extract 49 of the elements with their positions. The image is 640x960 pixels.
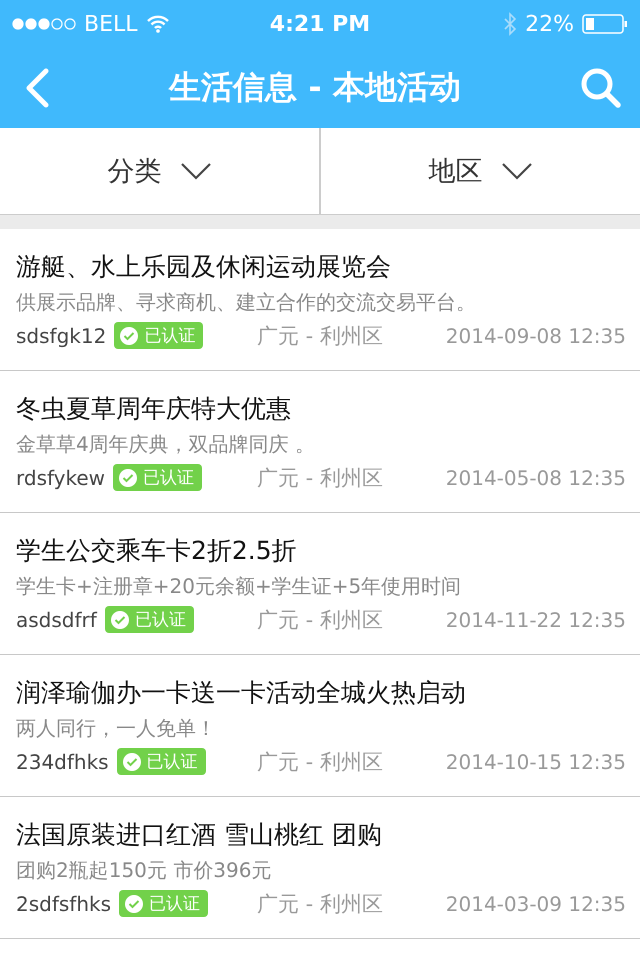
battery-icon [582,14,628,34]
chevron-down-icon [500,162,532,180]
location: 广元 - 利州区 [257,748,383,776]
back-button[interactable] [24,68,50,108]
username: 234dfhks [16,750,109,774]
post-date: 2014-03-09 12:35 [446,892,626,916]
post-date: 2014-10-15 12:35 [446,750,626,774]
event-description: 供展示品牌、寻求商机、建立合作的交流交易平台。 [16,288,477,316]
event-title: 游艇、水上乐园及休闲运动展览会 [16,250,392,282]
event-description: 学生卡+注册章+20元余额+学生证+5年使用时间 [16,572,462,600]
post-date: 2014-11-22 12:35 [446,608,626,632]
verified-badge: 已认证 [114,322,204,349]
chevron-down-icon [180,162,212,180]
location: 广元 - 利州区 [257,322,383,350]
bluetooth-icon [503,12,518,36]
username: sdsfgk12 [16,324,106,348]
post-date: 2014-05-08 12:35 [446,466,626,490]
event-description: 金草草4周年庆典，双品牌同庆 。 [16,430,316,458]
clock-time: 4:21 PM [270,12,370,36]
event-list-item[interactable]: 冬虫夏草周年庆特大优惠 金草草4周年庆典，双品牌同庆 。 rdsfykew 已认证 广元 - 利州区 2014-05-08 12:35 [0,371,640,513]
page-title: 生活信息 - 本地活动 [169,67,461,108]
search-icon [580,67,622,109]
event-title: 学生公交乘车卡2折2.5折 [16,534,298,566]
event-list-item[interactable]: 学生公交乘车卡2折2.5折 学生卡+注册章+20元余额+学生证+5年使用时间 asdsdfrf 已认证 广元 - 利州区 2014-11-22 12:35 [0,513,640,655]
post-date: 2014-09-08 12:35 [446,324,626,348]
event-title: 润泽瑜伽办一卡送一卡活动全城火热启动 [16,676,467,708]
carrier-name: BELL [84,12,138,36]
event-title: 冬虫夏草周年庆特大优惠 [16,392,292,424]
verified-badge: 已认证 [104,606,194,633]
search-button[interactable] [580,67,622,109]
wifi-icon [146,15,170,33]
location: 广元 - 利州区 [257,890,383,918]
event-title: 法国原装进口红酒 雪山桃红 团购 [16,818,383,850]
event-list-item[interactable]: 游艇、水上乐园及休闲运动展览会 供展示品牌、寻求商机、建立合作的交流交易平台。 sdsfgk12 已认证 广元 - 利州区 2014-09-08 12:35 [0,229,640,371]
verified-badge: 已认证 [119,890,208,917]
event-list-item[interactable]: 润泽瑜伽办一卡送一卡活动全城火热启动 两人同行，一人免单！ 234dfhks 已认证 广元 - 利州区 2014-10-15 12:35 [0,655,640,797]
signal-icon [12,17,76,31]
location: 广元 - 利州区 [257,606,383,634]
username: asdsdfrf [16,608,97,632]
location: 广元 - 利州区 [257,464,383,492]
verified-badge: 已认证 [113,464,202,491]
event-description: 团购2瓶起150元 市价396元 [16,856,272,884]
chevron-left-icon [24,68,50,108]
username: rdsfykew [16,466,106,490]
username: 2sdfsfhks [16,892,112,916]
battery-percent: 22% [525,12,574,36]
verified-badge: 已认证 [116,748,206,775]
event-list-item[interactable]: 法国原装进口红酒 雪山桃红 团购 团购2瓶起150元 市价396元 2sdfsfhks 已认证 广元 - 利州区 2014-03-09 12:35 [0,797,640,939]
event-description: 两人同行，一人免单！ [16,714,217,742]
